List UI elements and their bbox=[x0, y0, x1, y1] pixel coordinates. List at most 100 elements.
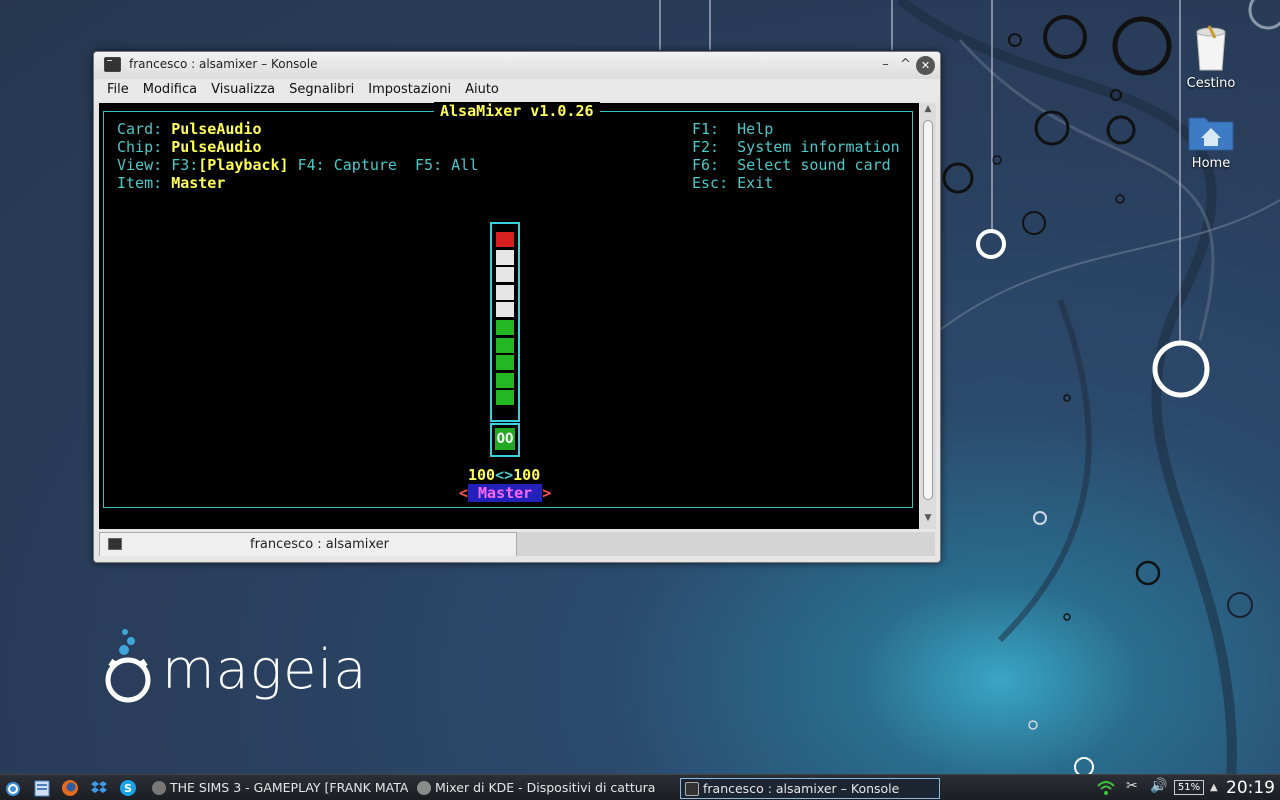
card-line: Card: PulseAudio bbox=[117, 120, 262, 138]
key-f6: F6: bbox=[692, 156, 720, 174]
tab-label: francesco : alsamixer bbox=[250, 537, 390, 552]
scrollbar-thumb[interactable] bbox=[923, 120, 933, 500]
mageia-logo-mark bbox=[105, 629, 151, 703]
window-titlebar[interactable]: francesco : alsamixer – Konsole – ^ ✕ bbox=[94, 52, 940, 79]
key-help: F1: Help bbox=[692, 120, 773, 138]
home-label: Home bbox=[1191, 156, 1231, 171]
view-other-keys: F4: Capture F5: All bbox=[288, 156, 479, 174]
chip-value: PulseAudio bbox=[171, 138, 262, 156]
desktop-icon-trash[interactable]: Cestino bbox=[1176, 24, 1246, 91]
battery-icon[interactable]: 51% bbox=[1174, 780, 1204, 795]
volume-right: 100 bbox=[513, 466, 541, 484]
clock[interactable]: 20:19 bbox=[1226, 778, 1275, 798]
konsole-tabbar: francesco : alsamixer bbox=[99, 532, 935, 556]
desktop-icon-home[interactable]: Home bbox=[1176, 112, 1246, 171]
taskbar: S THE SIMS 3 - GAMEPLAY [FRANK MATAN Mix… bbox=[0, 774, 1280, 800]
scroll-up-icon[interactable]: ▲ bbox=[920, 104, 936, 118]
menubar: File Modifica Visualizza Segnalibri Impo… bbox=[94, 79, 940, 101]
card-label: Card: bbox=[117, 120, 163, 138]
master-mute-state: OO bbox=[495, 428, 515, 450]
chip-line: Chip: PulseAudio bbox=[117, 138, 262, 156]
view-f3-value: [Playback] bbox=[198, 156, 289, 174]
view-label: View: bbox=[117, 156, 163, 174]
tab-alsamixer[interactable]: francesco : alsamixer bbox=[99, 532, 517, 556]
mixer-task-icon bbox=[417, 781, 431, 795]
firefox-icon[interactable] bbox=[61, 779, 79, 797]
meter-segment-green bbox=[496, 320, 514, 336]
key-f1: F1: bbox=[692, 120, 720, 138]
menu-visualizza[interactable]: Visualizza bbox=[204, 79, 282, 101]
key-f2: F2: bbox=[692, 138, 720, 156]
menu-segnalibri[interactable]: Segnalibri bbox=[282, 79, 361, 101]
view-line: View: F3:[Playback] F4: Capture F5: All bbox=[117, 156, 478, 174]
item-line: Item: Master bbox=[117, 174, 225, 192]
tray-expand-icon[interactable]: ▲ bbox=[1210, 782, 1218, 793]
key-f2-desc: System information bbox=[737, 138, 900, 156]
file-manager-icon[interactable] bbox=[33, 779, 51, 797]
menu-aiuto[interactable]: Aiuto bbox=[458, 79, 506, 101]
key-f1-desc: Help bbox=[737, 120, 774, 138]
alsamixer-frame: AlsaMixer v1.0.26 Card: PulseAudio Chip:… bbox=[103, 102, 913, 508]
key-esc: Esc: bbox=[692, 174, 729, 192]
master-volume-readout: 100<>100 bbox=[468, 466, 540, 484]
task-sims-label: THE SIMS 3 - GAMEPLAY [FRANK MATAN bbox=[170, 780, 408, 795]
master-control-name: Master bbox=[468, 484, 543, 502]
master-mute-box[interactable]: OO bbox=[490, 423, 520, 457]
task-konsole[interactable]: francesco : alsamixer – Konsole bbox=[680, 778, 940, 799]
battery-level: 51% bbox=[1177, 782, 1201, 793]
menu-file[interactable]: File bbox=[100, 79, 136, 101]
dropbox-icon[interactable] bbox=[90, 779, 108, 797]
wifi-icon[interactable] bbox=[1096, 778, 1116, 798]
browser-task-icon bbox=[152, 781, 166, 795]
minimize-button[interactable]: – bbox=[876, 56, 895, 75]
close-button[interactable]: ✕ bbox=[916, 56, 935, 75]
terminal-area[interactable]: AlsaMixer v1.0.26 Card: PulseAudio Chip:… bbox=[99, 102, 919, 529]
mageia-logo: mageia bbox=[100, 628, 380, 718]
volume-icon[interactable]: 🔊 bbox=[1150, 778, 1167, 794]
master-control-label[interactable]: < Master > bbox=[459, 484, 551, 502]
maximize-button[interactable]: ^ bbox=[896, 56, 915, 75]
volume-left: 100 bbox=[468, 466, 496, 484]
terminal-scrollbar[interactable]: ▲ ▼ bbox=[920, 103, 936, 529]
chip-label: Chip: bbox=[117, 138, 163, 156]
meter-segment-green bbox=[496, 337, 514, 354]
key-f6-desc: Select sound card bbox=[737, 156, 891, 174]
mageia-logo-text: mageia bbox=[162, 638, 368, 701]
kde-menu-icon[interactable] bbox=[4, 779, 22, 797]
skype-icon[interactable]: S bbox=[119, 779, 137, 797]
konsole-task-icon bbox=[685, 782, 699, 796]
konsole-window[interactable]: francesco : alsamixer – Konsole – ^ ✕ Fi… bbox=[93, 51, 941, 563]
meter-segment-white bbox=[496, 284, 514, 301]
item-value: Master bbox=[171, 174, 226, 192]
alsamixer-title: AlsaMixer v1.0.26 bbox=[434, 102, 600, 120]
key-exit: Esc: Exit bbox=[692, 174, 773, 192]
item-label: Item: bbox=[117, 174, 163, 192]
menu-impostazioni[interactable]: Impostazioni bbox=[361, 79, 458, 101]
task-sims[interactable]: THE SIMS 3 - GAMEPLAY [FRANK MATAN bbox=[148, 778, 408, 799]
trash-label: Cestino bbox=[1186, 76, 1236, 91]
master-volume-meter[interactable] bbox=[490, 222, 520, 422]
window-title: francesco : alsamixer – Konsole bbox=[129, 57, 318, 71]
home-folder-icon bbox=[1188, 117, 1234, 151]
konsole-icon bbox=[104, 57, 121, 72]
meter-segment-green bbox=[496, 390, 514, 407]
meter-segment-red bbox=[496, 232, 514, 248]
task-kde-mixer[interactable]: Mixer di KDE - Dispositivi di cattura bbox=[413, 778, 675, 799]
task-kde-mixer-label: Mixer di KDE - Dispositivi di cattura bbox=[435, 780, 656, 795]
select-left-arrow: < bbox=[459, 484, 469, 502]
volume-separator: <> bbox=[495, 466, 514, 484]
scroll-down-icon[interactable]: ▼ bbox=[920, 513, 936, 527]
trash-icon bbox=[1196, 25, 1226, 71]
klipper-icon[interactable]: ✂ bbox=[1126, 778, 1138, 794]
terminal-tab-icon bbox=[108, 538, 122, 550]
meter-segment-white bbox=[496, 249, 514, 266]
key-soundcard: F6: Select sound card bbox=[692, 156, 891, 174]
select-right-arrow: > bbox=[542, 484, 552, 502]
menu-modifica[interactable]: Modifica bbox=[136, 79, 204, 101]
card-value: PulseAudio bbox=[171, 120, 262, 138]
key-sysinfo: F2: System information bbox=[692, 138, 900, 156]
meter-segment-green bbox=[496, 355, 514, 372]
view-f3-key: F3: bbox=[171, 156, 199, 174]
key-esc-desc: Exit bbox=[737, 174, 774, 192]
meter-segment-white bbox=[496, 302, 514, 319]
